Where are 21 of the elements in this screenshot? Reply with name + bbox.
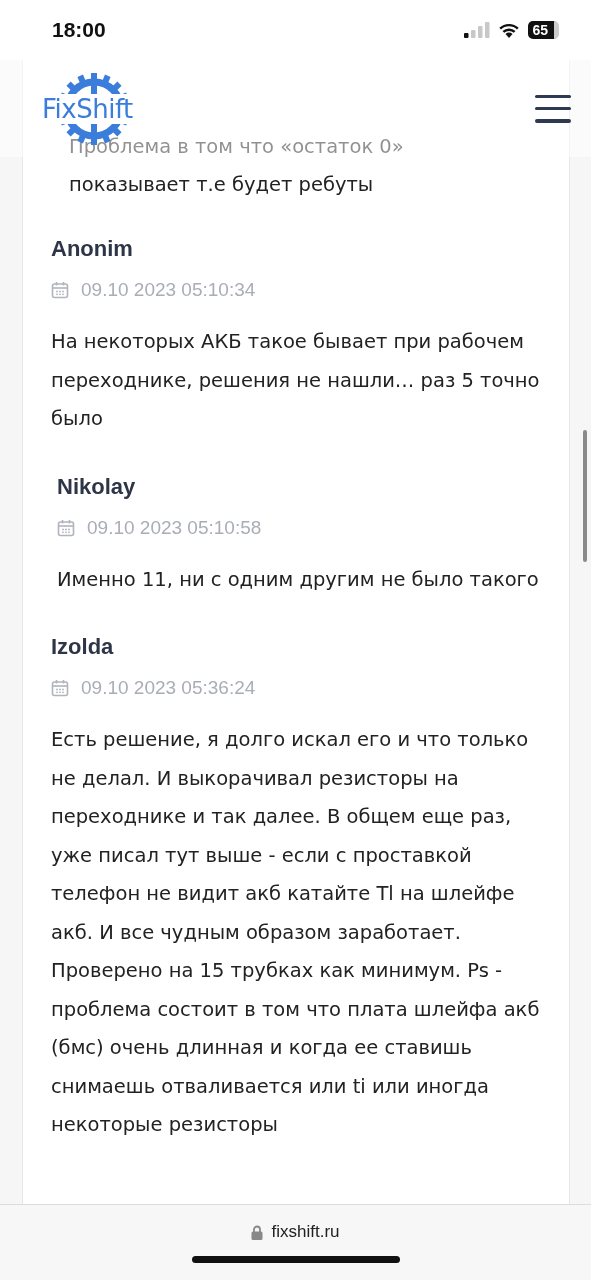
comment-text: Проблема в том что «остаток 0» показывает т.е будет ребуты xyxy=(69,134,405,198)
battery-indicator: 65 xyxy=(528,21,559,39)
calendar-icon xyxy=(51,679,69,697)
lock-icon xyxy=(251,1224,264,1240)
calendar-icon xyxy=(57,518,75,537)
comment-text: На некоторых АКБ такое бывает при рабочем переходнике, решения не нашли… раз 5 точно было xyxy=(51,329,541,432)
wifi-icon xyxy=(498,22,521,38)
comment-author: Nikolay xyxy=(57,472,137,501)
menu-button[interactable] xyxy=(535,94,571,123)
url-bar[interactable]: fixshift.ru xyxy=(251,1222,340,1242)
comment-text: Есть решение, я долго искал его и что только не делал. И выкорачивал резисторы на переходнике и так далее. В общем еще раз, уже писал тут выше - если с проставкой телефон не видит акб катайте Tl на шлейфе акб. И все чудным образом заработает. Проверено на 15 трубках как минимум. Ps - проблема состоит в том что плата шлейфа акб (бмс) очень длинная и когда ее ставишь снимаешь отваливается или ti или иногда некоторые резисторы xyxy=(51,727,541,1138)
comment-date: 09.10 2023 05:36:24 xyxy=(81,677,256,699)
comment-date: 09.10 2023 05:10:34 xyxy=(81,279,256,301)
comment-author: Anonim xyxy=(51,235,134,263)
url-text: fixshift.ru xyxy=(271,1222,340,1242)
calendar-icon xyxy=(51,281,69,299)
comment-text: Именно 11, ни с одним другим не было такого xyxy=(57,566,540,593)
signal-icon xyxy=(464,22,491,38)
comment-author: Izolda xyxy=(51,633,115,661)
status-time: 18:00 xyxy=(52,18,106,42)
comment-date: 09.10 2023 05:10:58 xyxy=(87,516,262,539)
